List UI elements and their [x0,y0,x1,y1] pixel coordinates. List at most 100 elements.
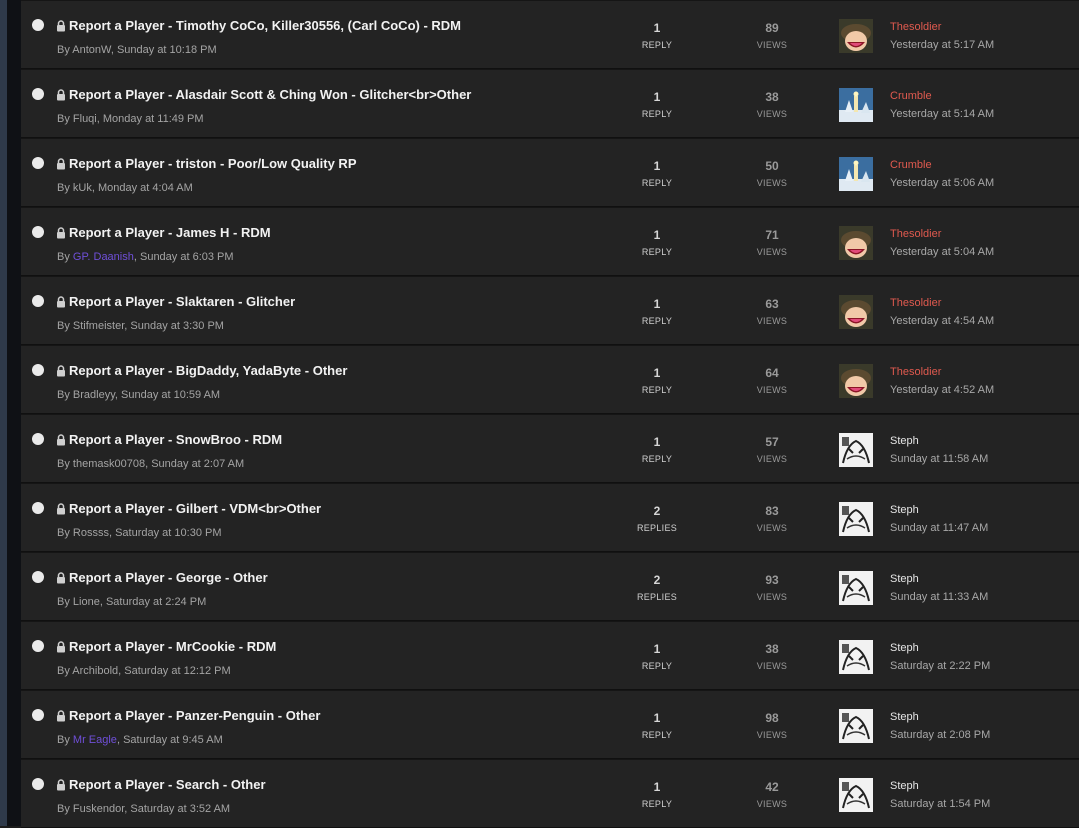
lock-icon [56,295,66,308]
thread-author-link[interactable]: Bradleyy [73,389,115,401]
thread-author-link[interactable]: GP. Daanish [73,251,134,263]
view-count: 89 [765,21,779,35]
reply-label: REPLIES [636,592,678,602]
soldier-avatar[interactable] [839,295,873,329]
thread-title-link[interactable]: Report a Player - Alasdair Scott & Ching… [69,87,471,102]
last-poster-link[interactable]: Thesoldier [890,366,941,378]
last-post-time-link[interactable]: Yesterday at 5:04 AM [890,246,994,258]
thread-title-link[interactable]: Report a Player - Search - Other [69,777,266,792]
thread-author-link[interactable]: Lione [73,596,100,608]
last-poster-link[interactable]: Crumble [890,90,932,102]
thread-row[interactable]: Report a Player - MrCookie - RDM By Archi… [21,621,1079,690]
soldier-avatar[interactable] [839,364,873,398]
lock-icon [56,571,66,584]
replies-stat: 1 REPLY [617,159,697,188]
last-post-time-link[interactable]: Sunday at 11:33 AM [890,591,988,603]
thread-author-link[interactable]: Fluqi [73,113,97,125]
last-poster-link[interactable]: Steph [890,642,919,654]
soldier-avatar[interactable] [839,226,873,260]
last-poster-link[interactable]: Steph [890,780,919,792]
last-post-time-link[interactable]: Saturday at 2:08 PM [890,729,990,741]
last-poster-link[interactable]: Steph [890,435,919,447]
lock-icon [56,709,66,722]
views-label: VIEWS [756,109,788,119]
thread-title-link[interactable]: Report a Player - James H - RDM [69,225,271,240]
thread-author-link[interactable]: themask00708 [73,458,145,470]
thread-row[interactable]: Report a Player - SnowBroo - RDM By thema… [21,414,1079,483]
read-status-icon [32,295,44,307]
soldier-avatar[interactable] [839,19,873,53]
thread-row[interactable]: Report a Player - BigDaddy, YadaByte - O… [21,345,1079,414]
sketch-avatar[interactable] [839,778,873,812]
reply-count: 1 [653,435,661,449]
views-label: VIEWS [756,454,788,464]
view-count: 57 [765,435,779,449]
sketch-avatar[interactable] [839,709,873,743]
thread-row[interactable]: Report a Player - triston - Poor/Low Qua… [21,138,1079,207]
thread-meta: By Fluqi, Monday at 11:49 PM [57,113,204,125]
thread-title-link[interactable]: Report a Player - SnowBroo - RDM [69,432,282,447]
reply-count: 1 [653,642,661,656]
last-poster-link[interactable]: Steph [890,573,919,585]
last-post-time-link[interactable]: Yesterday at 5:06 AM [890,177,994,189]
last-post-time-link[interactable]: Sunday at 11:58 AM [890,453,988,465]
thread-author-link[interactable]: Mr Eagle [73,734,117,746]
reply-label: REPLY [641,661,673,671]
read-status-icon [32,778,44,790]
winter-avatar[interactable] [839,157,873,191]
thread-title-link[interactable]: Report a Player - Gilbert - VDM<br>Other [69,501,321,516]
thread-title-link[interactable]: Report a Player - Timothy CoCo, Killer30… [69,18,461,33]
thread-row[interactable]: Report a Player - Gilbert - VDM<br>Other… [21,483,1079,552]
thread-author-link[interactable]: kUk [73,182,92,194]
last-post-time-link[interactable]: Yesterday at 5:14 AM [890,108,994,120]
thread-title-link[interactable]: Report a Player - George - Other [69,570,268,585]
last-poster-link[interactable]: Crumble [890,159,932,171]
read-status-icon [32,571,44,583]
last-poster-link[interactable]: Thesoldier [890,21,941,33]
thread-title-link[interactable]: Report a Player - MrCookie - RDM [69,639,276,654]
sketch-avatar[interactable] [839,502,873,536]
views-stat: 64 VIEWS [732,366,812,395]
views-stat: 50 VIEWS [732,159,812,188]
last-post-time-link[interactable]: Yesterday at 4:52 AM [890,384,994,396]
last-post-time-link[interactable]: Saturday at 2:22 PM [890,660,990,672]
thread-meta: By Rossss, Saturday at 10:30 PM [57,527,222,539]
last-poster-link[interactable]: Steph [890,504,919,516]
reply-label: REPLY [641,454,673,464]
thread-row[interactable]: Report a Player - Search - Other By Fuske… [21,759,1079,828]
thread-author-link[interactable]: Stifmeister [73,320,124,332]
thread-row[interactable]: Report a Player - Alasdair Scott & Ching… [21,69,1079,138]
winter-avatar[interactable] [839,88,873,122]
thread-row[interactable]: Report a Player - Slaktaren - Glitcher By… [21,276,1079,345]
thread-author-link[interactable]: Fuskendor [73,803,124,815]
last-post-time-link[interactable]: Sunday at 11:47 AM [890,522,988,534]
view-count: 63 [765,297,779,311]
last-post-time-link[interactable]: Yesterday at 5:17 AM [890,39,994,51]
sketch-avatar[interactable] [839,571,873,605]
thread-author-link[interactable]: AntonW [72,44,111,56]
last-poster-link[interactable]: Steph [890,711,919,723]
last-post-time-link[interactable]: Yesterday at 4:54 AM [890,315,994,327]
thread-row[interactable]: Report a Player - George - Other By Lione… [21,552,1079,621]
thread-author-link[interactable]: Rossss [73,527,109,539]
last-poster-link[interactable]: Thesoldier [890,297,941,309]
thread-author-link[interactable]: Archibold [72,665,118,677]
sketch-avatar[interactable] [839,433,873,467]
thread-row[interactable]: Report a Player - Panzer-Penguin - Other… [21,690,1079,759]
thread-title-link[interactable]: Report a Player - Slaktaren - Glitcher [69,294,295,309]
thread-row[interactable]: Report a Player - Timothy CoCo, Killer30… [21,0,1079,69]
thread-title-link[interactable]: Report a Player - Panzer-Penguin - Other [69,708,320,723]
reply-label: REPLY [641,109,673,119]
reply-count: 1 [653,228,661,242]
lock-icon [56,640,66,653]
thread-start-time: Monday at 4:04 AM [97,182,193,194]
thread-title-link[interactable]: Report a Player - triston - Poor/Low Qua… [69,156,357,171]
last-poster-link[interactable]: Thesoldier [890,228,941,240]
sketch-avatar[interactable] [839,640,873,674]
last-post-time-link[interactable]: Saturday at 1:54 PM [890,798,990,810]
thread-start-time: Saturday at 9:45 AM [123,734,223,746]
thread-meta: By Fuskendor, Saturday at 3:52 AM [57,803,230,815]
by-label: By [57,458,73,470]
thread-title-link[interactable]: Report a Player - BigDaddy, YadaByte - O… [69,363,347,378]
thread-row[interactable]: Report a Player - James H - RDM By GP. Da… [21,207,1079,276]
